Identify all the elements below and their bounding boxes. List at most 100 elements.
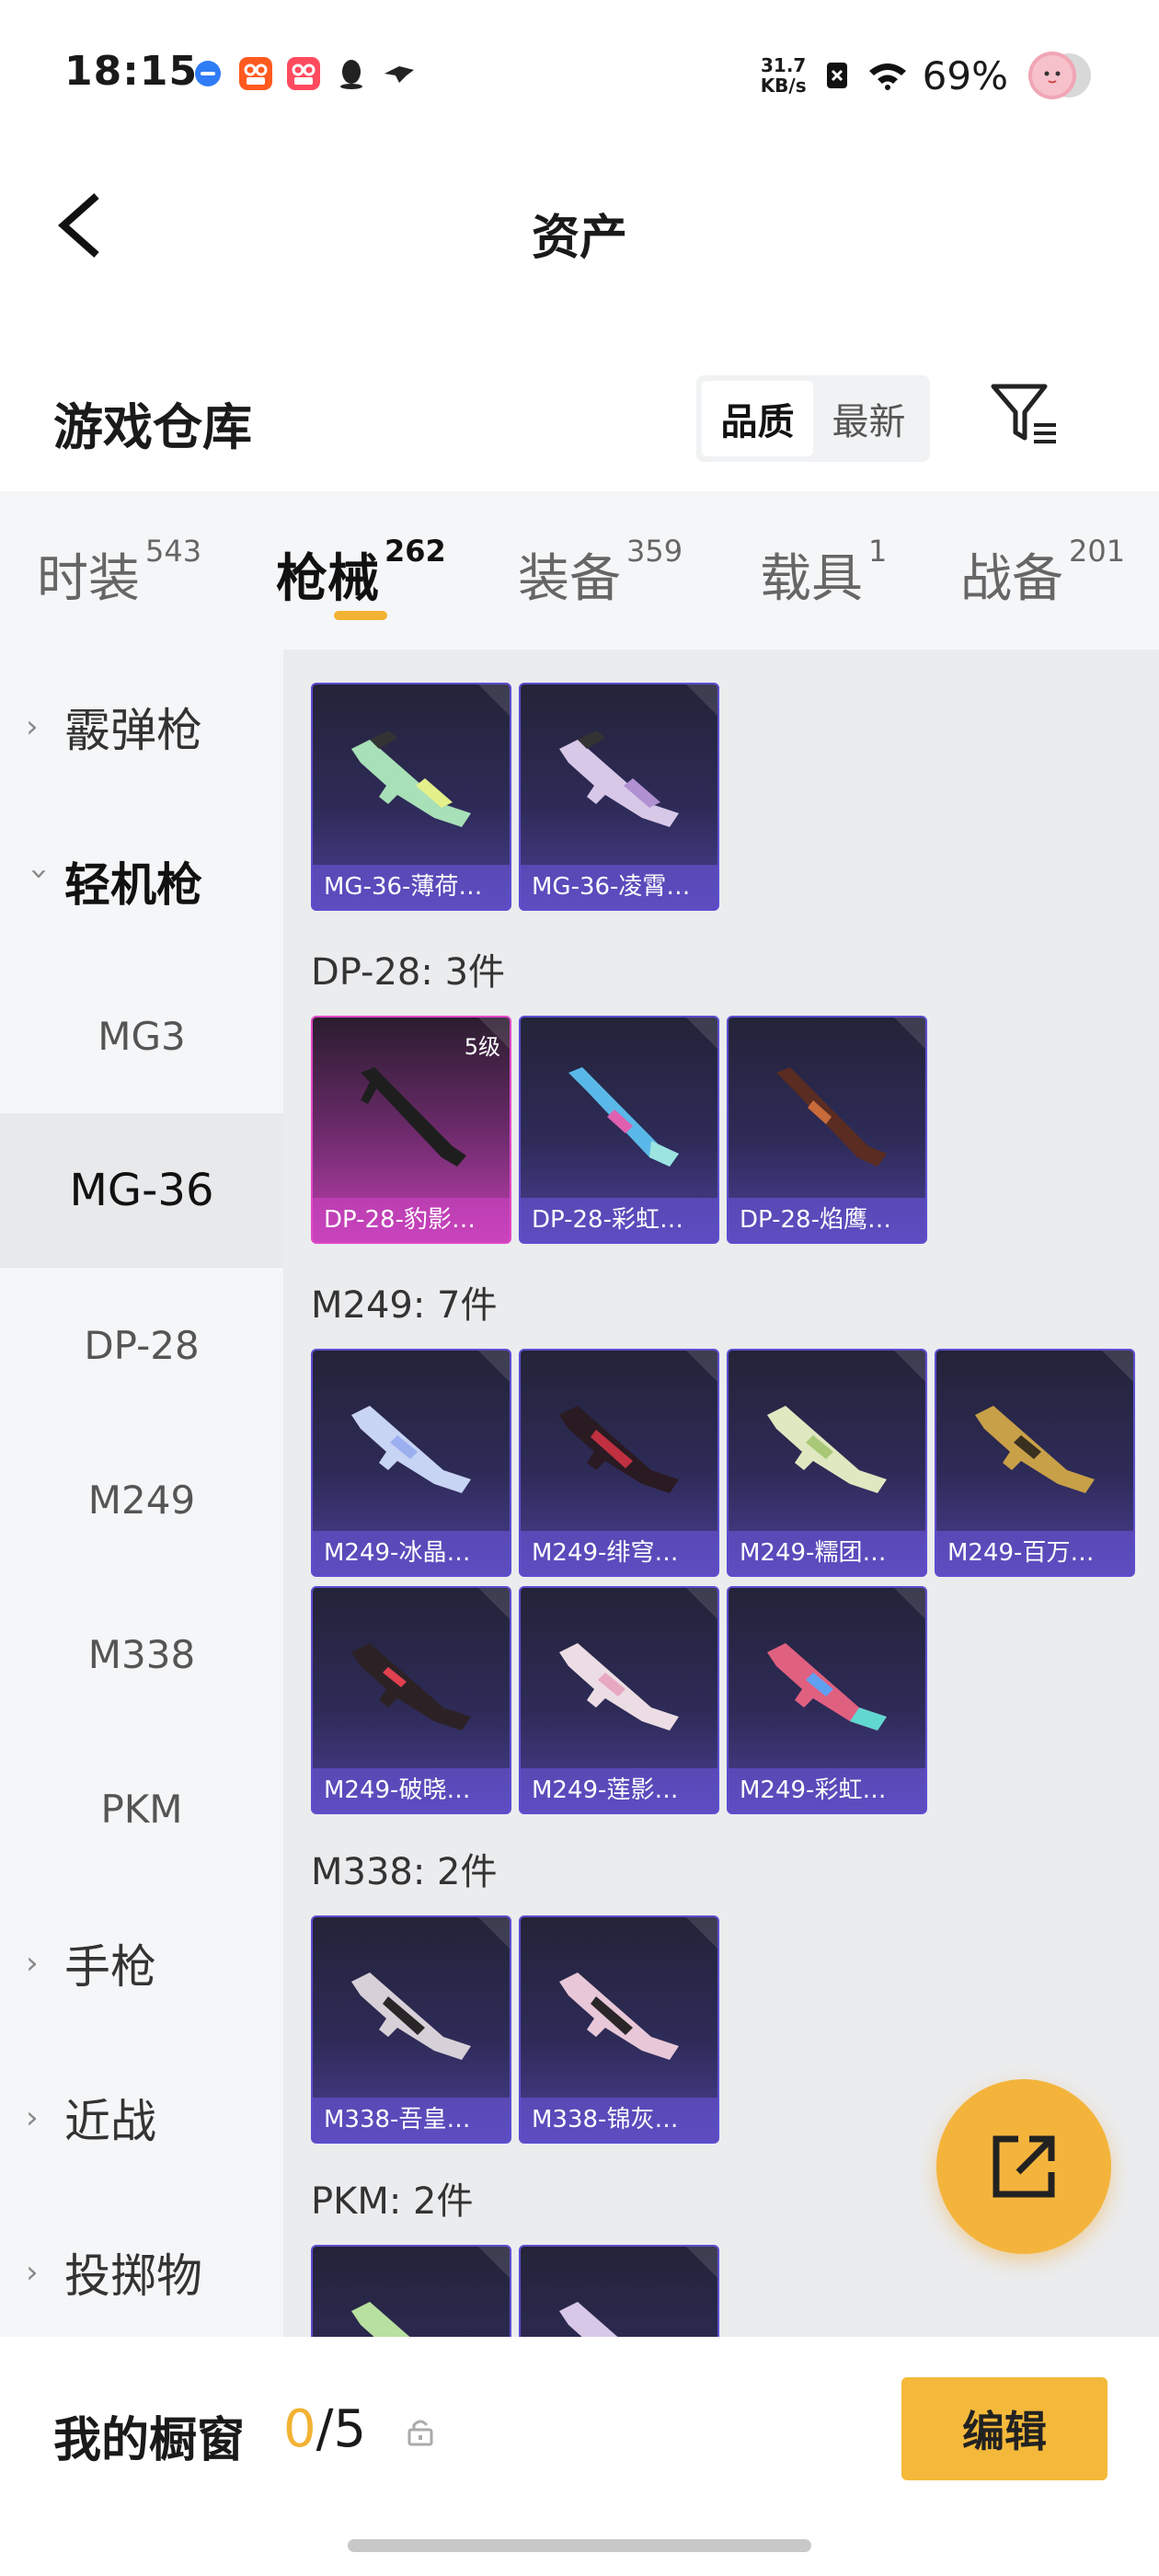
tab-equipment-count: 359: [626, 534, 683, 569]
rifle-icon: [767, 1406, 887, 1493]
kuaishou-icon: [239, 57, 272, 90]
card-corner: [478, 1917, 510, 1949]
share-icon: [993, 2135, 1055, 2198]
weapon-card-name: MG-36-凌霄…: [521, 865, 717, 909]
tab-firearms-count: 262: [384, 534, 446, 569]
edit-button[interactable]: 编辑: [901, 2377, 1107, 2480]
status-right: 31.7 KB/s 69%: [761, 48, 1095, 103]
section-title-dp28: DP-28: 3件: [311, 951, 506, 994]
nav-throwable[interactable]: › 投掷物: [0, 2195, 283, 2337]
card-corner: [686, 684, 717, 716]
kuaishou-lite-icon: [287, 57, 320, 90]
rifle-icon: [975, 1406, 1095, 1493]
weapon-card[interactable]: DP-28-焰鹰…: [727, 1016, 927, 1244]
weapon-card[interactable]: M338-吾皇…: [311, 1915, 511, 2144]
weapon-card-name: M338-吾皇…: [313, 2098, 510, 2142]
tab-battle-gear-label: 战备: [960, 549, 1063, 609]
weapon-card[interactable]: M249-糯团…: [727, 1349, 927, 1577]
weapon-card-name: DP-28-豹影…: [313, 1198, 510, 1242]
weapon-card[interactable]: M249-冰晶…: [311, 1349, 511, 1577]
weapon-card-name: DP-28-焰鹰…: [729, 1198, 925, 1242]
weapon-card[interactable]: [519, 2245, 719, 2337]
tab-battle-gear[interactable]: 战备 201: [960, 534, 1126, 612]
weapon-card-name: M249-糯团…: [729, 1531, 925, 1575]
network-speed-unit: KB/s: [760, 75, 807, 97]
weapon-card[interactable]: 5级 DP-28-豹影…: [311, 1016, 511, 1244]
nav-melee[interactable]: › 近战: [0, 2041, 283, 2195]
messenger-icon: [195, 61, 221, 86]
sort-by-quality[interactable]: 品质: [702, 381, 813, 456]
weapon-card[interactable]: M249-百万…: [935, 1349, 1135, 1577]
weapon-card[interactable]: DP-28-彩虹…: [519, 1016, 719, 1244]
rifle-icon: [568, 1067, 679, 1167]
weapon-card-name: M249-彩虹…: [729, 1768, 925, 1812]
nav-shotgun-label: 霰弹枪: [64, 704, 202, 757]
nav-melee-label: 近战: [64, 2095, 156, 2148]
rifle-icon: [559, 1643, 679, 1731]
nav-sub-mg3[interactable]: MG3: [0, 959, 283, 1113]
page-title: 资产: [531, 211, 627, 266]
rifle-icon: [361, 1067, 466, 1167]
rifle-icon: [559, 2302, 618, 2337]
card-corner: [686, 2247, 717, 2278]
nav-lmg[interactable]: › 轻机枪: [0, 804, 283, 959]
nav-shotgun[interactable]: › 霰弹枪: [0, 650, 283, 804]
no-sim-icon: [826, 63, 847, 88]
chevron-right-icon: ›: [26, 708, 39, 745]
category-tabs: 时装 543 枪械 262 装备 359 载具 1 战备 201: [0, 491, 1159, 650]
tab-equipment-label: 装备: [518, 549, 621, 609]
rifle-icon: [351, 2302, 410, 2337]
tab-battle-gear-count: 201: [1069, 534, 1126, 569]
weapon-card[interactable]: MG-36-薄荷…: [311, 683, 511, 911]
showcase-label: 我的橱窗: [53, 2413, 246, 2468]
status-bar: 18:15 31.7 KB/s 69%: [0, 0, 1159, 147]
card-corner: [1102, 1351, 1133, 1382]
weapon-card[interactable]: M249-绯穹…: [519, 1349, 719, 1577]
weapon-card[interactable]: M249-彩虹…: [727, 1586, 927, 1814]
weapon-card-name: DP-28-彩虹…: [521, 1198, 717, 1242]
card-corner: [686, 1018, 717, 1049]
weapon-card[interactable]: [311, 2245, 511, 2337]
page-header: 资产: [0, 166, 1159, 285]
weapon-card[interactable]: M249-莲影…: [519, 1586, 719, 1814]
nav-sub-pkm[interactable]: PKM: [0, 1731, 283, 1886]
tab-vehicles-count: 1: [868, 534, 888, 569]
filter-icon[interactable]: [988, 379, 1061, 453]
nav-sub-dp28[interactable]: DP-28: [0, 1268, 283, 1422]
rifle-icon: [351, 1972, 471, 2060]
nav-sub-m338[interactable]: M338: [0, 1577, 283, 1731]
weapon-card[interactable]: M249-破晓…: [311, 1586, 511, 1814]
tab-fashion-count: 543: [145, 534, 202, 569]
chevron-down-icon: ›: [21, 868, 58, 880]
nav-throwable-label: 投掷物: [64, 2249, 202, 2303]
weapon-card-name: M249-冰晶…: [313, 1531, 510, 1575]
tab-vehicles[interactable]: 载具 1: [760, 534, 888, 612]
rifle-icon: [559, 730, 679, 827]
warehouse-header: 游戏仓库 品质 最新: [0, 359, 1159, 478]
weapon-card-name: M338-锦灰…: [521, 2098, 717, 2142]
sort-by-newest[interactable]: 最新: [813, 381, 924, 456]
weapon-card[interactable]: MG-36-凌霄…: [519, 683, 719, 911]
share-button[interactable]: [936, 2079, 1111, 2254]
section-title-pkm: PKM: 2件: [311, 2180, 474, 2223]
chevron-right-icon: ›: [26, 2254, 39, 2291]
tab-vehicles-label: 载具: [760, 549, 863, 609]
card-corner: [894, 1588, 925, 1619]
showcase-bar: 我的橱窗 0/5 编辑: [0, 2337, 1159, 2576]
weapon-card-name: M249-绯穹…: [521, 1531, 717, 1575]
tab-fashion-label: 时装: [37, 549, 140, 609]
tab-fashion[interactable]: 时装 543: [37, 534, 202, 612]
network-speed: 31.7 KB/s: [761, 55, 807, 96]
card-corner: [894, 1018, 925, 1049]
warehouse-title: 游戏仓库: [53, 398, 252, 456]
status-app-icons: [189, 55, 418, 92]
card-corner: [686, 1351, 717, 1382]
nav-sub-mg36[interactable]: MG-36: [0, 1113, 283, 1268]
tab-equipment[interactable]: 装备 359: [518, 534, 683, 612]
rifle-icon: [559, 1972, 679, 2060]
nav-sub-m249[interactable]: M249: [0, 1422, 283, 1577]
tab-firearms[interactable]: 枪械 262: [276, 534, 446, 612]
weapon-card[interactable]: M338-锦灰…: [519, 1915, 719, 2144]
weapon-card-name: M249-百万…: [936, 1531, 1133, 1575]
nav-pistol[interactable]: › 手枪: [0, 1886, 283, 2041]
